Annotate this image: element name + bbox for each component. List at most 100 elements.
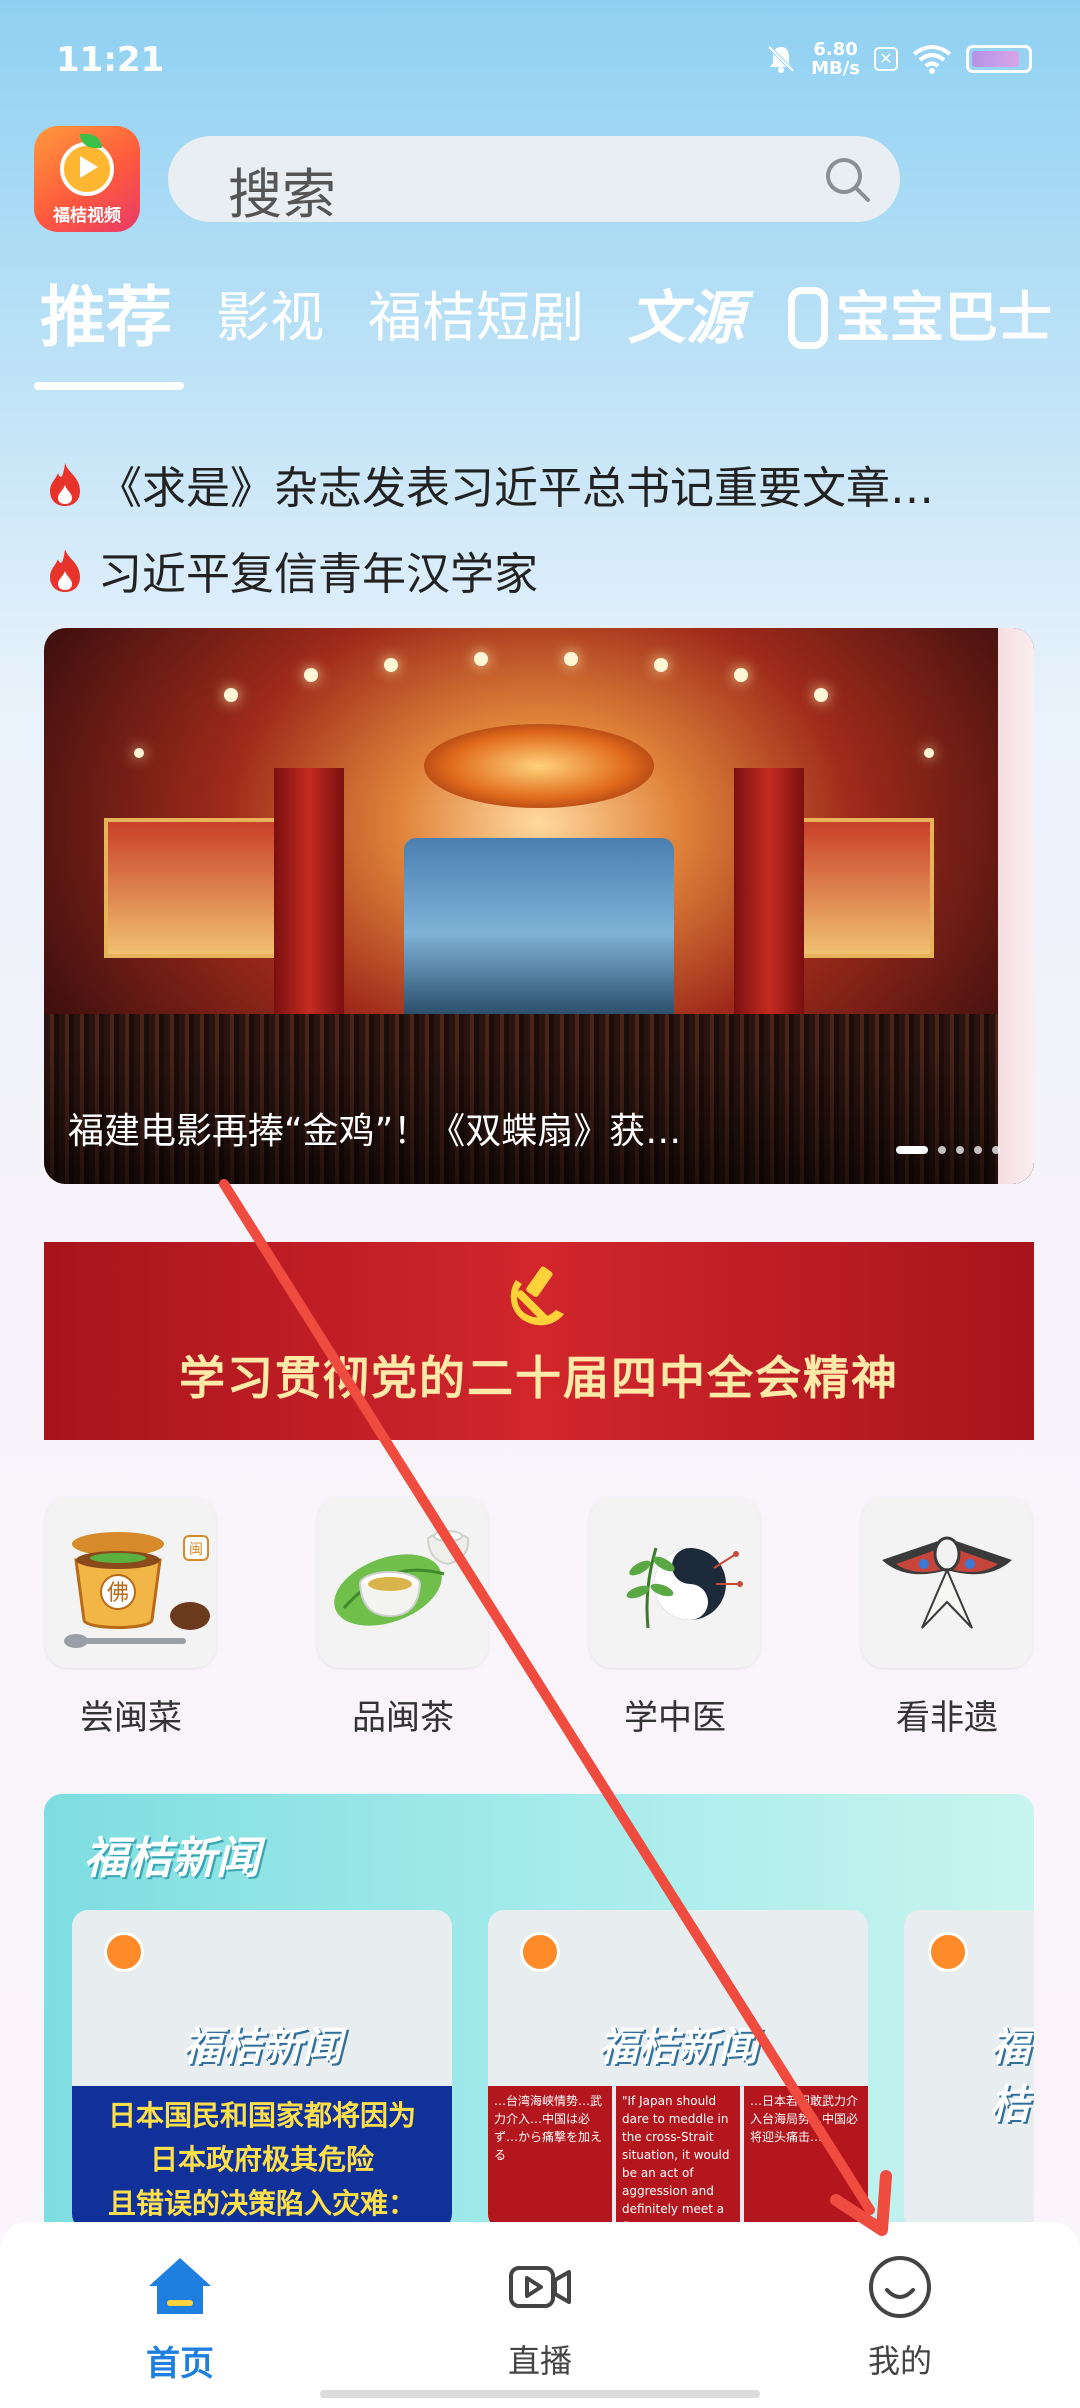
- stage-light: [474, 652, 488, 666]
- carousel-indicator: [896, 1146, 1000, 1154]
- quote-column: …台湾海峡情势…武力介入…中国は必ず…から痛撃を加える: [488, 2086, 612, 2224]
- tab-recommend[interactable]: 推荐: [34, 268, 184, 390]
- nav-label: 首页: [146, 2344, 214, 2384]
- entry-label: 看非遗: [896, 1698, 998, 1738]
- stage-light: [564, 652, 578, 666]
- news-card-brand: 福桔: [990, 2023, 1030, 2128]
- status-time: 11:21: [56, 40, 165, 80]
- nav-live[interactable]: 直播: [460, 2252, 620, 2382]
- stage-light: [654, 658, 668, 672]
- tab-babybus[interactable]: 宝宝巴士: [788, 268, 1052, 368]
- wifi-icon: [912, 45, 952, 74]
- stage-side-screen: [104, 818, 284, 958]
- carousel-dot: [992, 1146, 1000, 1154]
- next-slide-peek: [998, 628, 1034, 1184]
- stage-light: [924, 748, 934, 758]
- news-card-brand: 福桔新闻: [182, 2023, 342, 2070]
- app-logo[interactable]: 福桔视频: [34, 126, 140, 232]
- headline-item[interactable]: 《求是》杂志发表习近平总书记重要文章…: [46, 452, 934, 516]
- tab-short-drama[interactable]: 福桔短剧: [368, 268, 584, 368]
- stage-light: [134, 748, 144, 758]
- swallow-kite-icon: [862, 1498, 1032, 1668]
- news-section-title: 福桔新闻: [84, 1833, 260, 1884]
- stage-screen: [404, 838, 674, 1028]
- party-emblem-icon: [510, 1266, 564, 1326]
- party-study-banner[interactable]: 学习贯彻党的二十届四中全会精神: [44, 1242, 1034, 1440]
- home-indicator: [320, 2390, 760, 2398]
- search-input[interactable]: 搜索: [168, 136, 900, 226]
- stage-light: [384, 658, 398, 672]
- news-card[interactable]: 福桔新闻 …台湾海峡情势…武力介入…中国は必ず…から痛撃を加える "If Jap…: [488, 1910, 868, 2224]
- babybus-logo-icon: [788, 287, 829, 349]
- carousel-dot: [974, 1146, 982, 1154]
- news-card-quotes: …台湾海峡情势…武力介入…中国は必ず…から痛撃を加える "If Japan sh…: [488, 2086, 868, 2224]
- svg-text:闽: 闽: [189, 1542, 203, 1558]
- carousel-dot: [938, 1146, 946, 1154]
- bottom-navigation: 首页 直播 我的: [0, 2222, 1080, 2408]
- news-card[interactable]: 福桔新闻 日本国民和国家都将因为 日本政府极其危险 且错误的决策陷入灾难：: [72, 1910, 452, 2224]
- app-logo-text: 福桔视频: [53, 206, 121, 226]
- news-card[interactable]: 福桔: [904, 1910, 1034, 2224]
- party-banner-text: 学习贯彻党的二十届四中全会精神: [179, 1351, 899, 1405]
- quote-column: …日本若胆敢武力介入台海局势…中国必将迎头痛击…: [744, 2086, 868, 2224]
- flame-icon: [50, 463, 80, 506]
- network-speed-unit: MB/s: [811, 58, 860, 79]
- entry-min-cuisine[interactable]: 佛 闽 尝闽菜: [46, 1498, 216, 1739]
- stage-light: [224, 688, 238, 702]
- headline-line: 且错误的决策陷入灾难：: [107, 2187, 416, 2220]
- tab-wenyuan[interactable]: 文源: [628, 268, 744, 368]
- stage-light: [814, 688, 828, 702]
- headline-text: 《求是》杂志发表习近平总书记重要文章…: [98, 463, 934, 514]
- stage-light: [734, 668, 748, 682]
- news-card-brand: 福桔新闻: [598, 2023, 758, 2070]
- stage-chandelier: [424, 724, 654, 808]
- headline-text: 习近平复信青年汉学家: [98, 549, 538, 600]
- entry-label: 品闽茶: [352, 1698, 454, 1738]
- flame-icon: [50, 549, 80, 592]
- headline-line: 日本政府极其危险: [149, 2143, 374, 2176]
- banner-carousel[interactable]: 福建电影再捧“金鸡”！《双蝶扇》获…: [44, 628, 1034, 1184]
- mute-bell-icon: [767, 45, 795, 73]
- network-speed-value: 6.80: [813, 39, 858, 60]
- smiley-profile-icon: [869, 2256, 931, 2318]
- status-icons: 6.80 MB/s ✕: [765, 40, 1032, 78]
- fuju-logo-icon: [104, 1932, 144, 1972]
- nav-label: 我的: [867, 2342, 932, 2380]
- tab-label: 宝宝巴士: [836, 286, 1053, 349]
- entry-label: 尝闽菜: [80, 1698, 182, 1738]
- fuju-logo-icon: [520, 1932, 560, 1972]
- nav-profile[interactable]: 我的: [820, 2252, 980, 2382]
- headline-item[interactable]: 习近平复信青年汉学家: [46, 538, 538, 602]
- x-app-icon: ✕: [874, 47, 898, 71]
- tea-cup-icon: [318, 1498, 488, 1668]
- entry-label: 学中医: [624, 1698, 726, 1738]
- banner-caption: 福建电影再捧“金鸡”！《双蝶扇》获…: [68, 1111, 682, 1152]
- tab-film-tv[interactable]: 影视: [216, 268, 324, 368]
- fuju-news-section: 福桔新闻 福桔新闻 日本国民和国家都将因为 日本政府极其危险 且错误的决策陷入灾…: [44, 1794, 1034, 2224]
- fo-tiao-qiang-dish-icon: 佛 闽: [46, 1498, 216, 1668]
- entry-intangible-heritage[interactable]: 看非遗: [862, 1498, 1032, 1739]
- search-placeholder: 搜索: [228, 163, 336, 226]
- battery-icon: [966, 45, 1032, 73]
- play-icon: [80, 156, 98, 178]
- entry-tcm[interactable]: 学中医: [590, 1498, 760, 1739]
- network-speed: 6.80 MB/s: [811, 40, 860, 78]
- yin-yang-herb-icon: [590, 1498, 760, 1668]
- nav-home[interactable]: 首页: [100, 2252, 260, 2385]
- active-tab-indicator: [34, 382, 184, 390]
- fuju-logo-icon: [928, 1932, 968, 1972]
- quote-column: "If Japan should dare to meddle in the c…: [616, 2086, 740, 2224]
- live-video-icon: [509, 2266, 571, 2308]
- carousel-dot-active: [896, 1146, 928, 1154]
- category-tabs: 推荐 影视 福桔短剧 文源 宝宝巴士: [34, 268, 1052, 390]
- carousel-dot: [956, 1146, 964, 1154]
- tab-label: 推荐: [40, 279, 172, 356]
- headline-line: 日本国民和国家都将因为: [107, 2099, 416, 2132]
- news-card-headline: 日本国民和国家都将因为 日本政府极其危险 且错误的决策陷入灾难：: [72, 2086, 452, 2224]
- search-icon[interactable]: [822, 154, 872, 204]
- nav-label: 直播: [507, 2342, 572, 2380]
- home-icon: [149, 2258, 211, 2314]
- stage-light: [304, 668, 318, 682]
- entry-min-tea[interactable]: 品闽茶: [318, 1498, 488, 1739]
- svg-text:佛: 佛: [107, 1581, 129, 1606]
